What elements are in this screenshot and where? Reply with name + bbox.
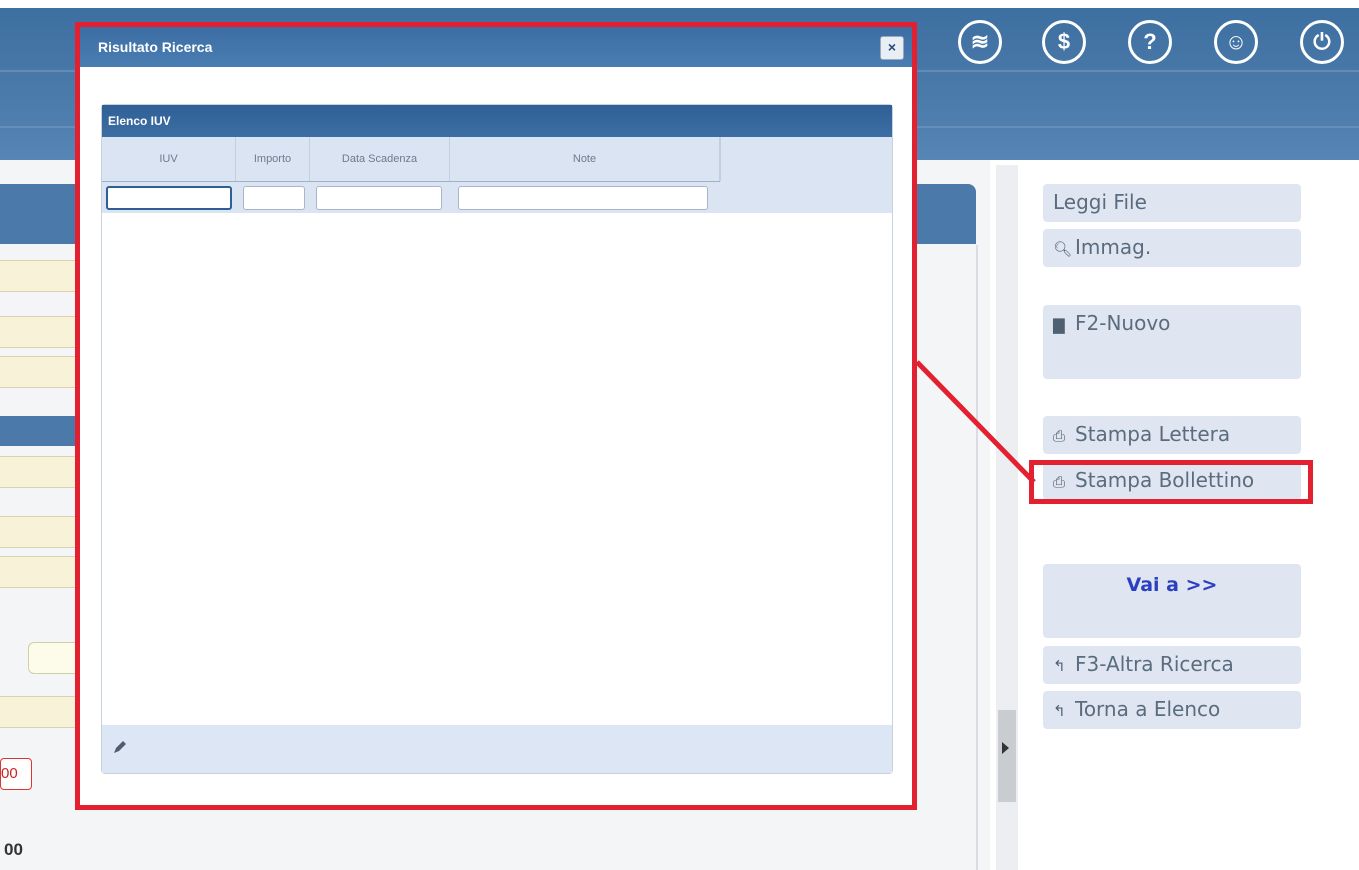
- background-section-bar: [0, 416, 80, 446]
- altra-ricerca-button[interactable]: ↰ F3-Altra Ricerca: [1043, 646, 1301, 684]
- note-filter-input[interactable]: [458, 186, 708, 210]
- grid-caption: Elenco IUV: [102, 105, 892, 137]
- data-scadenza-filter-input[interactable]: [316, 186, 442, 210]
- print-icon: ⎙: [1053, 427, 1066, 445]
- background-amount: 00: [0, 758, 32, 790]
- background-field: [0, 556, 81, 588]
- sidebar-toggle-handle[interactable]: [998, 710, 1016, 802]
- leggi-file-button[interactable]: Leggi File: [1043, 184, 1301, 222]
- search-icon: 🔍︎: [1053, 240, 1073, 258]
- iuv-filter-input[interactable]: [106, 186, 232, 210]
- grid-header: IUV Importo Data Scadenza Note: [102, 137, 892, 213]
- column-header-data-scadenza[interactable]: Data Scadenza: [310, 137, 450, 181]
- immag-label: Immag.: [1075, 235, 1152, 259]
- background-field: [0, 316, 81, 348]
- torna-elenco-button[interactable]: ↰ Torna a Elenco: [1043, 691, 1301, 729]
- stampa-lettera-label: Stampa Lettera: [1075, 422, 1231, 446]
- document-icon: ▇: [1053, 316, 1065, 334]
- column-header-importo[interactable]: Importo: [236, 137, 310, 181]
- column-header-iuv[interactable]: IUV: [102, 137, 236, 181]
- background-field: [0, 456, 81, 488]
- grid-footer: [102, 725, 892, 773]
- money-icon[interactable]: $: [1042, 20, 1086, 64]
- pencil-icon[interactable]: [112, 739, 128, 755]
- dialog-title-bar: Risultato Ricerca ×: [80, 27, 912, 67]
- divider: [976, 245, 978, 870]
- help-icon[interactable]: ?: [1128, 20, 1172, 64]
- dialog-title: Risultato Ricerca: [98, 39, 213, 55]
- leggi-file-label: Leggi File: [1053, 190, 1147, 214]
- background-field: [0, 516, 81, 548]
- column-header-spacer: [720, 137, 892, 181]
- torna-elenco-label: Torna a Elenco: [1075, 697, 1221, 721]
- chevron-right-icon[interactable]: [1002, 742, 1009, 754]
- background-field: [0, 356, 81, 388]
- immag-button[interactable]: 🔍︎ Immag.: [1043, 229, 1301, 267]
- background-total: 00: [4, 840, 23, 859]
- iuv-grid: Elenco IUV IUV Importo Data Scadenza Not…: [101, 104, 893, 774]
- power-icon[interactable]: ⏻: [1300, 20, 1344, 64]
- undo-icon: ↰: [1053, 702, 1066, 720]
- nuovo-button[interactable]: ▇ F2-Nuovo: [1043, 305, 1301, 379]
- close-icon[interactable]: ×: [880, 36, 904, 60]
- vai-a-button[interactable]: Vai a >>: [1043, 564, 1301, 638]
- stampa-lettera-button[interactable]: ⎙ Stampa Lettera: [1043, 416, 1301, 454]
- background-field: [0, 696, 81, 728]
- callout-highlight: [1029, 460, 1313, 504]
- layers-icon[interactable]: ≋: [958, 20, 1002, 64]
- background-field: [0, 260, 81, 292]
- importo-filter-input[interactable]: [243, 186, 305, 210]
- nuovo-label: F2-Nuovo: [1075, 311, 1171, 335]
- result-dialog: Risultato Ricerca × Elenco IUV IUV Impor…: [75, 22, 917, 810]
- undo-icon: ↰: [1053, 657, 1066, 675]
- column-header-note[interactable]: Note: [450, 137, 720, 181]
- altra-ricerca-label: F3-Altra Ricerca: [1075, 652, 1234, 676]
- user-icon[interactable]: ☺: [1214, 20, 1258, 64]
- header-rule: [102, 181, 720, 182]
- vai-a-label: Vai a >>: [1126, 574, 1218, 596]
